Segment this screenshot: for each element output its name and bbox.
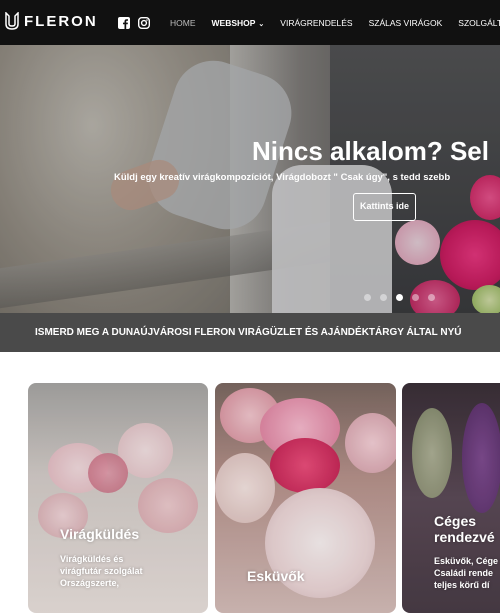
slider-dot-2[interactable] <box>380 294 387 301</box>
nav-viragrendeles[interactable]: VIRÁGRENDELÉS <box>280 18 352 28</box>
card-description: Virágküldés és virágfutár szolgálat Orsz… <box>60 553 143 589</box>
slider-dot-3[interactable] <box>396 294 403 301</box>
intro-banner: ISMERD MEG A DUNAÚJVÁROSI FLERON VIRÁGÜZ… <box>0 313 500 352</box>
card-description: Esküvők, Cége Családi rende teljes körű … <box>434 555 498 591</box>
card-desc-line: Országszerte, <box>60 578 120 588</box>
slider-pagination <box>364 294 444 301</box>
card-desc-line: Családi rende <box>434 568 494 578</box>
banner-text: ISMERD MEG A DUNAÚJVÁROSI FLERON VIRÁGÜZ… <box>35 327 462 338</box>
slider-dot-4[interactable] <box>412 294 419 301</box>
nav-webshop[interactable]: WEBSHOP ⌄ <box>212 18 265 28</box>
card-title-line: rendezvé <box>434 529 495 545</box>
nav-szalas-viragok[interactable]: SZÁLAS VIRÁGOK <box>369 18 443 28</box>
nav-home[interactable]: HOME <box>170 18 196 28</box>
card-desc-line: virágfutár szolgálat <box>60 566 143 576</box>
card-desc-line: teljes körű dí <box>434 580 490 590</box>
card-shade <box>215 383 396 613</box>
service-card-viragkuldes[interactable]: Virágküldés Virágküldés és virágfutár sz… <box>28 383 208 613</box>
site-header: FLERON HOME WEBSHOP ⌄ VIRÁGRENDELÉS SZÁLA… <box>0 0 500 45</box>
hero-slider: Nincs alkalom? Sel Küldj egy kreatív vir… <box>0 45 500 313</box>
card-title-line: Céges <box>434 513 477 529</box>
hero-cta-button[interactable]: Kattints ide <box>353 193 416 221</box>
card-desc-line: Virágküldés és <box>60 554 124 564</box>
slider-dot-5[interactable] <box>428 294 435 301</box>
card-desc-line: Esküvők, Cége <box>434 556 499 566</box>
main-nav: HOME WEBSHOP ⌄ VIRÁGRENDELÉS SZÁLAS VIRÁG… <box>170 0 500 45</box>
logo[interactable]: FLERON <box>5 12 98 30</box>
chevron-down-icon: ⌄ <box>258 20 265 28</box>
instagram-icon[interactable] <box>137 16 151 30</box>
facebook-icon[interactable] <box>118 16 130 29</box>
logo-text: FLERON <box>24 12 98 30</box>
card-title: Virágküldés <box>60 526 140 542</box>
fleron-logo-icon <box>5 12 19 30</box>
service-card-eskuvok[interactable]: Esküvők <box>215 383 396 613</box>
hero-subtitle: Küldj egy kreatív virágkompozíciót, Virá… <box>114 172 451 183</box>
card-title: Céges rendezvé <box>434 513 495 545</box>
hero-title: Nincs alkalom? Sel <box>252 136 489 166</box>
nav-szolgaltatasok[interactable]: SZOLGÁLTA <box>458 18 500 28</box>
card-title: Esküvők <box>247 568 305 584</box>
nav-webshop-label: WEBSHOP <box>211 17 256 28</box>
social-links <box>118 16 158 30</box>
service-card-ceges-rendezvenyek[interactable]: Céges rendezvé Esküvők, Cége Családi ren… <box>402 383 500 613</box>
slider-dot-1[interactable] <box>364 294 371 301</box>
